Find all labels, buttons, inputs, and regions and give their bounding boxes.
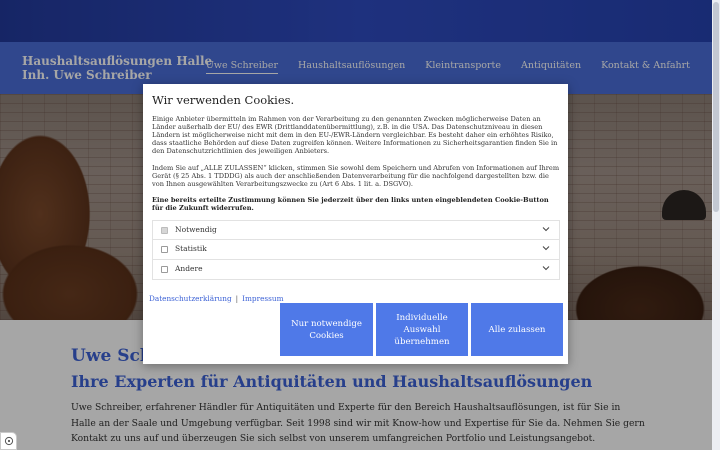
cookie-category-andere[interactable]: Andere — [152, 260, 560, 280]
cookie-category-notwendig[interactable]: Notwendig — [152, 220, 560, 240]
chevron-down-icon[interactable] — [541, 224, 551, 234]
accept-all-button[interactable]: Alle zulassen — [471, 303, 563, 356]
chevron-down-icon[interactable] — [541, 243, 551, 253]
cookie-settings-button[interactable] — [0, 432, 17, 450]
notwendig-label: Notwendig — [175, 225, 217, 234]
cookie-consent-dialog: Wir verwenden Cookies. Einige Anbieter ü… — [143, 84, 568, 364]
andere-checkbox[interactable] — [161, 266, 168, 273]
andere-label: Andere — [175, 264, 203, 273]
imprint-link[interactable]: Impressum — [242, 294, 283, 303]
privacy-policy-link[interactable]: Datenschutzerklärung — [149, 294, 232, 303]
statistik-checkbox[interactable] — [161, 246, 168, 253]
save-selection-button[interactable]: Individuelle Auswahl übernehmen — [376, 303, 468, 356]
cookie-settings-icon — [4, 436, 13, 446]
cookie-dialog-text-consent: Indem Sie auf „ALLE ZULASSEN“ klicken, s… — [152, 164, 560, 188]
chevron-down-icon[interactable] — [541, 263, 551, 273]
cookie-dialog-title: Wir verwenden Cookies. — [152, 93, 295, 107]
legal-links: Datenschutzerklärung | Impressum — [149, 294, 284, 303]
statistik-label: Statistik — [175, 244, 207, 253]
only-necessary-button[interactable]: Nur notwendige Cookies — [280, 303, 373, 356]
link-separator: | — [235, 294, 239, 303]
cookie-dialog-text-revoke: Eine bereits erteilte Zustimmung können … — [152, 196, 549, 212]
cookie-dialog-text-transfer: Einige Anbieter übermitteln im Rahmen vo… — [152, 115, 558, 155]
cookie-category-statistik[interactable]: Statistik — [152, 240, 560, 260]
cookie-category-list: Notwendig Statistik Andere — [152, 220, 560, 280]
scrollbar-thumb[interactable] — [713, 2, 719, 212]
notwendig-checkbox — [161, 227, 168, 234]
